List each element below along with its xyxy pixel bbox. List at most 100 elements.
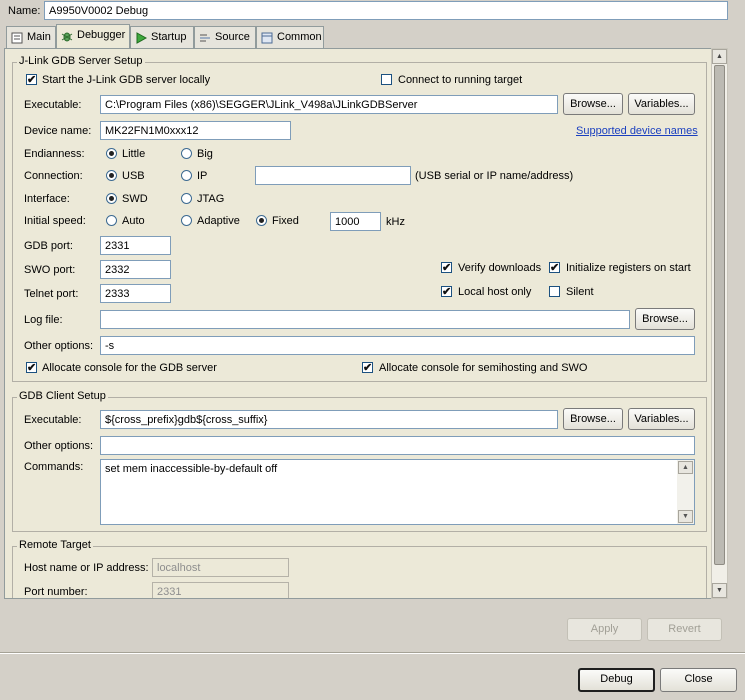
tab-debugger[interactable]: Debugger xyxy=(56,24,130,49)
gdb-client-group-title: GDB Client Setup xyxy=(17,390,108,403)
speed-value-input[interactable]: 1000 xyxy=(330,212,381,231)
remote-port-input[interactable]: 2331 xyxy=(152,582,289,598)
start-locally-checkbox[interactable]: ✔ xyxy=(26,74,37,86)
panel-scroll-thumb[interactable] xyxy=(714,65,725,565)
interface-label: Interface: xyxy=(24,193,70,205)
initial-speed-label: Initial speed: xyxy=(24,215,86,227)
endianness-big-label: Big xyxy=(197,148,213,160)
interface-swd-label: SWD xyxy=(122,193,148,205)
alloc-gdb-console-checkbox[interactable]: ✔ xyxy=(26,362,37,374)
endianness-big-radio[interactable] xyxy=(181,148,192,159)
scroll-down-arrow-icon[interactable]: ▼ xyxy=(678,510,693,523)
connection-usb-label: USB xyxy=(122,170,145,182)
main-tab-icon xyxy=(11,31,23,44)
speed-fixed-radio[interactable] xyxy=(256,215,267,226)
commands-label: Commands: xyxy=(24,461,84,473)
alloc-gdb-console-label: Allocate console for the GDB server xyxy=(42,362,217,374)
swo-port-label: SWO port: xyxy=(24,264,76,276)
swo-port-input[interactable]: 2332 xyxy=(100,260,171,279)
debugger-panel: J-Link GDB Server Setup ✔ Start the J-Li… xyxy=(4,48,727,599)
alloc-semihosting-console-checkbox[interactable]: ✔ xyxy=(362,362,373,374)
name-input[interactable]: A9950V0002 Debug xyxy=(44,1,728,20)
tab-startup[interactable]: Startup xyxy=(130,26,194,48)
server-other-options-label: Other options: xyxy=(24,340,94,352)
local-host-only-label: Local host only xyxy=(458,286,532,298)
init-registers-checkbox[interactable]: ✔ xyxy=(549,262,560,274)
connection-hint: (USB serial or IP name/address) xyxy=(415,170,574,182)
local-host-only-checkbox[interactable]: ✔ xyxy=(441,286,452,298)
silent-label: Silent xyxy=(566,286,594,298)
revert-button[interactable]: Revert xyxy=(647,618,722,641)
panel-scroll-down-icon[interactable]: ▼ xyxy=(712,583,727,598)
client-other-options-input[interactable] xyxy=(100,436,695,455)
verify-downloads-label: Verify downloads xyxy=(458,262,542,274)
server-variables-button[interactable]: Variables... xyxy=(628,93,695,115)
client-variables-button[interactable]: Variables... xyxy=(628,408,695,430)
speed-unit-label: kHz xyxy=(386,216,405,228)
connection-ip-label: IP xyxy=(197,170,208,182)
device-name-input[interactable]: MK22FN1M0xxx12 xyxy=(100,121,291,140)
connection-label: Connection: xyxy=(24,170,83,182)
tab-main[interactable]: Main xyxy=(6,26,56,48)
commands-scrollbar[interactable]: ▲ ▼ xyxy=(677,460,694,524)
speed-auto-radio[interactable] xyxy=(106,215,117,226)
connect-running-label: Connect to running target xyxy=(398,74,523,86)
apply-button[interactable]: Apply xyxy=(567,618,642,641)
remote-host-label: Host name or IP address: xyxy=(24,562,149,574)
init-registers-label: Initialize registers on start xyxy=(566,262,691,274)
alloc-semihosting-console-label: Allocate console for semihosting and SWO xyxy=(379,362,588,374)
scroll-up-arrow-icon[interactable]: ▲ xyxy=(678,461,693,474)
tab-startup-label: Startup xyxy=(151,31,187,43)
tab-debugger-label: Debugger xyxy=(77,29,126,41)
speed-adaptive-radio[interactable] xyxy=(181,215,192,226)
server-executable-input[interactable]: C:\Program Files (x86)\SEGGER\JLink_V498… xyxy=(100,95,558,114)
log-file-browse-button[interactable]: Browse... xyxy=(635,308,695,330)
remote-target-group-title: Remote Target xyxy=(17,539,93,552)
device-name-label: Device name: xyxy=(24,125,92,137)
endianness-little-radio[interactable] xyxy=(106,148,117,159)
connection-ip-radio[interactable] xyxy=(181,170,192,181)
connection-address-input[interactable] xyxy=(255,166,411,185)
debug-button[interactable]: Debug xyxy=(578,668,655,692)
footer-separator xyxy=(0,652,745,654)
tab-source[interactable]: Source xyxy=(194,26,256,48)
client-executable-label: Executable: xyxy=(24,414,82,426)
startup-play-icon xyxy=(135,31,148,44)
tab-main-label: Main xyxy=(27,31,51,43)
endianness-label: Endianness: xyxy=(24,148,85,160)
client-browse-button[interactable]: Browse... xyxy=(563,408,623,430)
endianness-little-label: Little xyxy=(122,148,146,160)
start-locally-label: Start the J-Link GDB server locally xyxy=(42,74,211,86)
silent-checkbox[interactable] xyxy=(549,286,560,297)
interface-swd-radio[interactable] xyxy=(106,193,117,204)
server-browse-button[interactable]: Browse... xyxy=(563,93,623,115)
gdb-port-label: GDB port: xyxy=(24,240,73,252)
interface-jtag-radio[interactable] xyxy=(181,193,192,204)
panel-scrollbar[interactable]: ▲ ▼ xyxy=(711,48,728,599)
tab-common[interactable]: Common xyxy=(256,26,324,48)
tab-source-label: Source xyxy=(215,31,250,43)
client-other-options-label: Other options: xyxy=(24,440,94,452)
server-executable-label: Executable: xyxy=(24,99,82,111)
client-executable-input[interactable]: ${cross_prefix}gdb${cross_suffix} xyxy=(100,410,558,429)
connect-running-checkbox[interactable] xyxy=(381,74,392,85)
tab-common-label: Common xyxy=(277,31,322,43)
log-file-input[interactable] xyxy=(100,310,630,329)
debugger-bug-icon xyxy=(61,29,73,42)
interface-jtag-label: JTAG xyxy=(197,193,225,205)
supported-devices-link[interactable]: Supported device names xyxy=(576,124,698,138)
speed-fixed-label: Fixed xyxy=(272,215,299,227)
close-button[interactable]: Close xyxy=(660,668,737,692)
server-other-options-input[interactable]: -s xyxy=(100,336,695,355)
remote-host-input[interactable]: localhost xyxy=(152,558,289,577)
jlink-server-group-title: J-Link GDB Server Setup xyxy=(17,55,145,68)
speed-auto-label: Auto xyxy=(122,215,145,227)
speed-adaptive-label: Adaptive xyxy=(197,215,240,227)
connection-usb-radio[interactable] xyxy=(106,170,117,181)
verify-downloads-checkbox[interactable]: ✔ xyxy=(441,262,452,274)
commands-textarea[interactable]: set mem inaccessible-by-default off xyxy=(100,459,695,525)
telnet-port-input[interactable]: 2333 xyxy=(100,284,171,303)
panel-scroll-up-icon[interactable]: ▲ xyxy=(712,49,727,64)
gdb-port-input[interactable]: 2331 xyxy=(100,236,171,255)
name-label: Name: xyxy=(8,5,41,17)
